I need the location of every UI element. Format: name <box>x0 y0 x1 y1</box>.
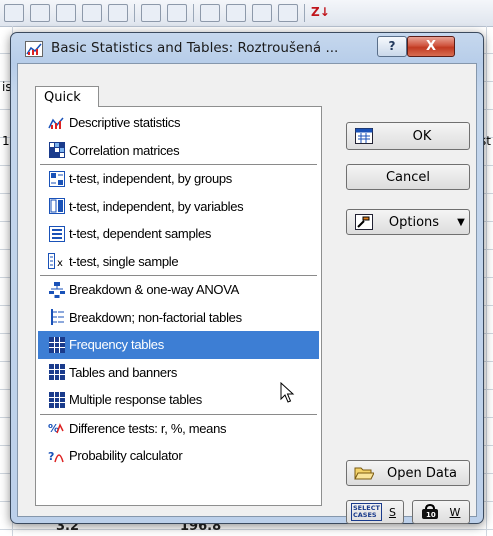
breakdown-nonfactorial-icon <box>48 308 66 326</box>
weight-button[interactable]: 10 W <box>412 500 470 524</box>
ttest-variables-icon <box>48 197 66 215</box>
descriptive-stats-icon <box>48 114 66 132</box>
difference-tests-icon: % <box>48 419 66 437</box>
list-item-tables-banners[interactable]: Tables and banners <box>38 359 319 387</box>
toolbar-text-color-icon[interactable] <box>30 4 50 22</box>
close-button[interactable]: X <box>407 36 455 57</box>
toolbar-graph-icon[interactable] <box>226 4 246 22</box>
tables-banners-icon <box>48 363 66 381</box>
procedure-list: Descriptive statistics Correlation matri… <box>38 109 319 470</box>
quick-tab-panel: Descriptive statistics Correlation matri… <box>35 106 322 506</box>
ok-button[interactable]: OK <box>346 122 470 150</box>
background-toolbar: Z↓ <box>0 0 493 27</box>
list-item-ttest-dependent[interactable]: t-test, dependent samples <box>38 220 319 248</box>
background-cell: 1 <box>2 134 10 148</box>
list-item-ttest-groups[interactable]: t-test, independent, by groups <box>38 165 319 193</box>
select-cases-icon: SELECT CASES <box>351 503 382 521</box>
toolbar-split-icon[interactable] <box>200 4 220 22</box>
probability-calculator-icon: ? <box>48 447 66 465</box>
cancel-button[interactable]: Cancel <box>346 164 470 190</box>
toolbar-grid-icon[interactable] <box>4 4 24 22</box>
list-item-multiple-response[interactable]: Multiple response tables <box>38 386 319 414</box>
frequency-tables-icon <box>48 336 66 354</box>
list-item-ttest-single[interactable]: x t-test, single sample <box>38 248 319 276</box>
toolbar-table-icon[interactable] <box>108 4 128 22</box>
toolbar-graph2-icon[interactable] <box>252 4 272 22</box>
dialog-title-bar[interactable]: Basic Statistics and Tables: Roztroušená… <box>11 33 483 63</box>
list-item-ttest-variables[interactable]: t-test, independent, by variables <box>38 193 319 221</box>
dialog-title: Basic Statistics and Tables: Roztroušená… <box>51 40 339 56</box>
help-button[interactable]: ? <box>377 36 407 57</box>
tab-quick[interactable]: Quick <box>35 86 99 107</box>
app-chart-icon <box>25 41 43 57</box>
svg-text:x: x <box>57 258 63 269</box>
svg-text:10: 10 <box>426 511 436 519</box>
toolbar-decimal-increase-icon[interactable] <box>167 4 187 22</box>
options-icon <box>353 213 375 231</box>
toolbar-sort-icon[interactable]: Z↓ <box>311 5 330 21</box>
select-cases-button[interactable]: SELECT CASES S <box>346 500 404 524</box>
chevron-down-icon: ▼ <box>457 216 465 228</box>
dialog-body: Quick Descriptive statistics Correlation… <box>17 63 477 524</box>
list-item-breakdown-anova[interactable]: Breakdown & one-way ANOVA <box>38 276 319 304</box>
list-item-probability-calculator[interactable]: ? Probability calculator <box>38 442 319 470</box>
open-folder-icon <box>353 464 375 482</box>
options-button[interactable]: Options ▼ <box>346 209 470 235</box>
ok-icon <box>353 127 375 145</box>
toolbar-glasses-icon[interactable] <box>278 4 298 22</box>
ttest-groups-icon <box>48 170 66 188</box>
weight-icon: 10 <box>419 503 441 521</box>
basic-statistics-dialog: Basic Statistics and Tables: Roztroušená… <box>10 32 484 524</box>
list-item-breakdown-nonfactorial[interactable]: Breakdown; non-factorial tables <box>38 304 319 332</box>
ttest-single-icon: x <box>48 252 66 270</box>
multiple-response-icon <box>48 391 66 409</box>
open-data-button[interactable]: Open Data <box>346 460 470 486</box>
list-item-difference-tests[interactable]: % Difference tests: r, %, means <box>38 415 319 443</box>
breakdown-anova-icon <box>48 281 66 299</box>
list-item-descriptive-statistics[interactable]: Descriptive statistics <box>38 109 319 137</box>
list-item-correlation-matrices[interactable]: Correlation matrices <box>38 137 319 165</box>
toolbar-fill-color-icon[interactable] <box>56 4 76 22</box>
list-item-frequency-tables[interactable]: Frequency tables <box>38 331 319 359</box>
toolbar-decimal-icon[interactable] <box>141 4 161 22</box>
mouse-cursor-icon <box>280 382 295 403</box>
correlation-matrix-icon <box>48 141 66 159</box>
svg-text:?: ? <box>48 450 54 463</box>
toolbar-border-icon[interactable] <box>82 4 102 22</box>
ttest-dependent-icon <box>48 225 66 243</box>
